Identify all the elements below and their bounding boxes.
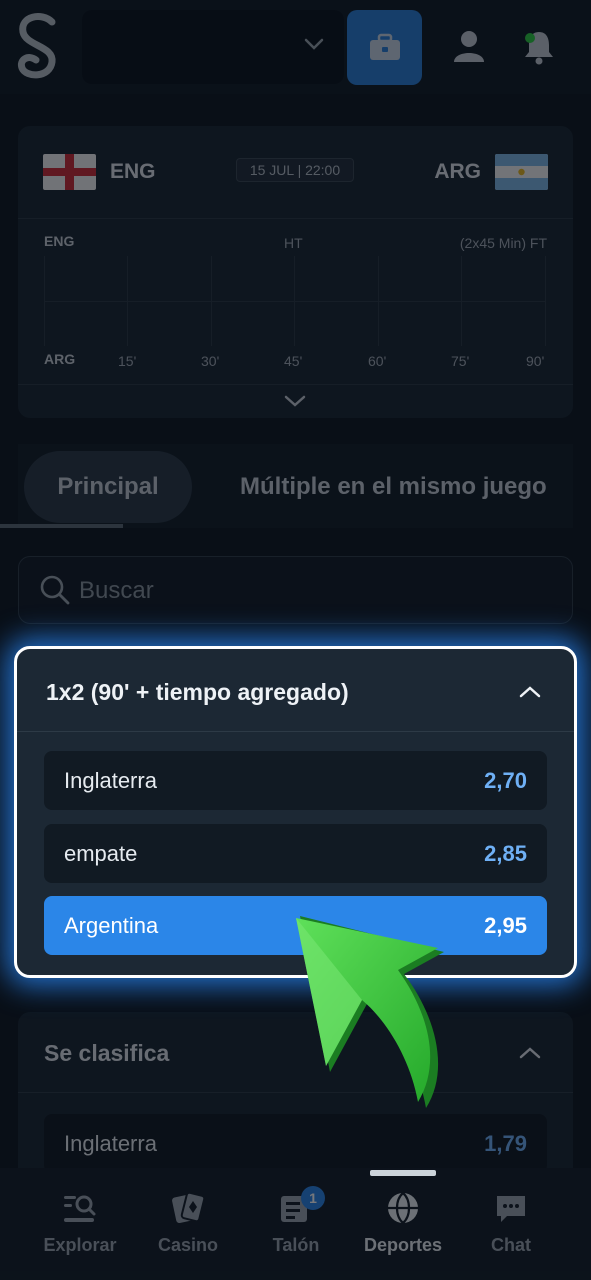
divider xyxy=(18,384,573,385)
tab-principal[interactable]: Principal xyxy=(24,451,192,523)
chevron-up-icon[interactable] xyxy=(519,1046,541,1060)
chevron-down-icon xyxy=(304,38,324,50)
timeline-tick: 90' xyxy=(526,353,545,369)
timeline-tick: 45' xyxy=(284,353,303,369)
timeline-home-label: ENG xyxy=(44,233,75,249)
market-title: 1x2 (90' + tiempo agregado) xyxy=(46,679,349,705)
search-box[interactable] xyxy=(18,556,573,624)
odds-button-empate[interactable]: empate 2,85 xyxy=(44,824,547,883)
explore-icon xyxy=(64,1195,96,1222)
market-title: Se clasifica xyxy=(44,1040,170,1066)
timeline-tick: 15' xyxy=(118,353,137,369)
timeline-away-label: ARG xyxy=(44,351,76,367)
match-card: ENG 15 JUL | 22:00 ARG ENG HT (2x45 Min)… xyxy=(18,126,573,418)
nav-deportes[interactable]: Deportes xyxy=(344,1168,462,1280)
search-icon xyxy=(40,575,70,605)
nav-label: Casino xyxy=(157,1235,218,1255)
divider xyxy=(18,218,573,219)
selection-odds: 1,79 xyxy=(484,1130,527,1156)
market-tabs: Principal Múltiple en el mismo juego xyxy=(18,444,573,528)
timeline-tick: 60' xyxy=(368,353,387,369)
expand-chevron-icon[interactable] xyxy=(284,394,306,408)
away-team-code: ARG xyxy=(434,160,481,183)
timeline-midline xyxy=(44,301,546,302)
betslip-count-badge: 1 xyxy=(301,1186,325,1210)
selection-odds: 2,70 xyxy=(484,767,527,793)
chat-icon xyxy=(497,1196,525,1222)
nav-label: Explorar xyxy=(43,1235,117,1255)
notification-dot xyxy=(525,33,535,43)
nav-casino[interactable]: Casino xyxy=(129,1168,247,1280)
bell-icon[interactable] xyxy=(520,28,558,66)
chevron-up-icon[interactable] xyxy=(519,685,541,699)
home-team-code: ENG xyxy=(110,160,156,183)
wallet-icon xyxy=(369,33,400,60)
argentina-flag-icon xyxy=(495,154,548,190)
selection-name: Argentina xyxy=(64,912,159,938)
bottom-navigation: Explorar Casino 1 Talón Deportes Chat xyxy=(0,1168,591,1280)
wallet-balance-dropdown[interactable] xyxy=(82,10,344,84)
odds-button-inglaterra[interactable]: Inglaterra 1,79 xyxy=(44,1114,547,1173)
nav-label: Deportes xyxy=(363,1235,443,1255)
match-datetime: 15 JUL | 22:00 xyxy=(236,158,354,182)
user-icon[interactable] xyxy=(451,28,487,64)
england-flag-icon xyxy=(43,154,96,190)
nav-label: Chat xyxy=(491,1235,531,1255)
wallet-button[interactable] xyxy=(347,10,422,85)
logo[interactable] xyxy=(14,12,60,82)
active-nav-indicator xyxy=(370,1170,436,1176)
nav-label: Talón xyxy=(272,1235,320,1255)
tab-indicator xyxy=(0,524,123,528)
tab-same-game-multi[interactable]: Múltiple en el mismo juego xyxy=(240,451,547,523)
selection-name: Inglaterra xyxy=(64,767,157,793)
pointer-arrow-icon xyxy=(296,916,444,1108)
away-team: ARG xyxy=(434,154,548,190)
nav-talon[interactable]: 1 Talón xyxy=(237,1168,355,1280)
home-team: ENG xyxy=(43,154,156,190)
top-bar xyxy=(0,0,591,94)
timeline-ht-label: HT xyxy=(284,235,303,251)
timeline-ft-label: (2x45 Min) FT xyxy=(459,235,547,251)
sports-icon xyxy=(388,1192,418,1224)
divider xyxy=(17,731,574,732)
nav-explorar[interactable]: Explorar xyxy=(21,1168,139,1280)
search-input[interactable] xyxy=(79,573,549,609)
odds-button-inglaterra[interactable]: Inglaterra 2,70 xyxy=(44,751,547,810)
selection-name: empate xyxy=(64,840,138,866)
casino-icon xyxy=(172,1191,206,1224)
selection-odds: 2,85 xyxy=(484,840,527,866)
selection-name: Inglaterra xyxy=(64,1130,157,1156)
timeline-tick: 30' xyxy=(201,353,220,369)
nav-chat[interactable]: Chat xyxy=(452,1168,570,1280)
timeline-tick: 75' xyxy=(451,353,470,369)
selection-odds: 2,95 xyxy=(484,912,527,938)
